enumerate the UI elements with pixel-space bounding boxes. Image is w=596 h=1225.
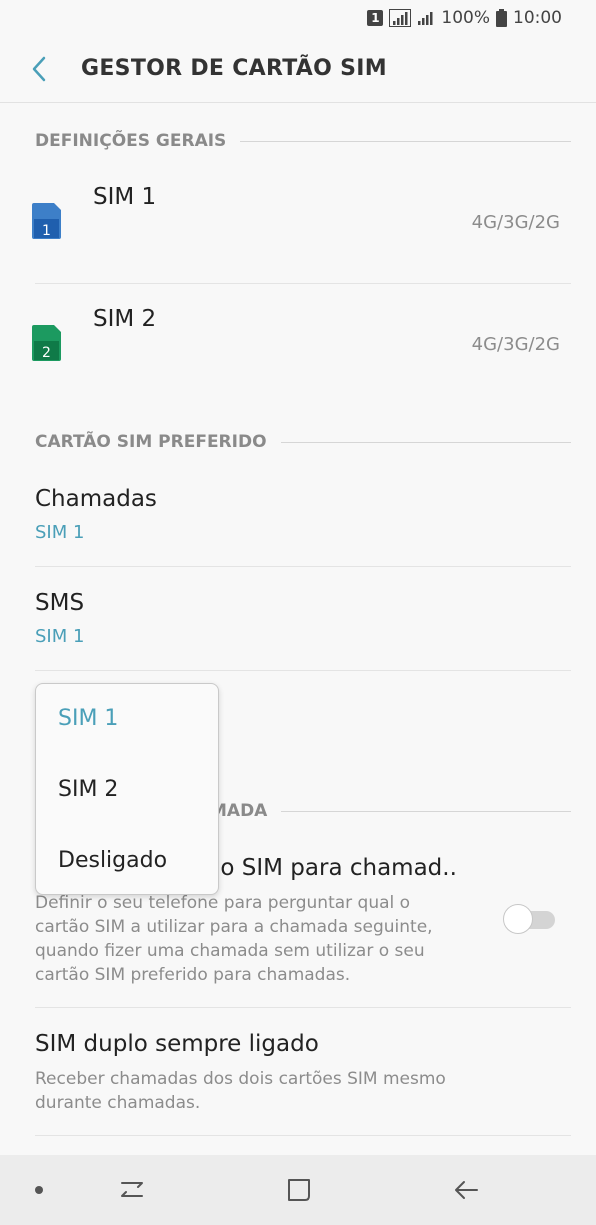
battery-percentage: 100% xyxy=(441,8,490,28)
preferred-sms-title: SMS xyxy=(35,590,85,616)
recent-apps-button[interactable] xyxy=(117,1175,147,1205)
sim-name: SIM 2 xyxy=(93,306,157,332)
preferred-sms-value: SIM 1 xyxy=(35,626,85,647)
back-nav-button[interactable] xyxy=(451,1175,481,1205)
dual-sim-title: SIM duplo sempre ligado xyxy=(35,1031,319,1057)
row-divider xyxy=(35,1007,571,1008)
dropdown-option-sim2[interactable]: SIM 2 xyxy=(58,777,118,802)
clock: 10:00 xyxy=(513,8,562,28)
page-title: GESTOR DE CARTÃO SIM xyxy=(81,56,387,81)
recent-apps-icon xyxy=(121,1182,143,1197)
toggle-knob xyxy=(503,904,533,934)
section-header-preferred: CARTÃO SIM PREFERIDO xyxy=(35,431,571,453)
home-icon xyxy=(288,1179,310,1201)
signal-strength-2-icon xyxy=(417,10,435,26)
preferred-calls-title: Chamadas xyxy=(35,486,157,512)
battery-icon xyxy=(496,9,507,27)
nav-dot-button[interactable] xyxy=(24,1175,54,1205)
section-header-label: DEFINIÇÕES GERAIS xyxy=(35,131,227,151)
home-button[interactable] xyxy=(284,1175,314,1205)
section-divider xyxy=(240,140,571,142)
dot-icon xyxy=(35,1186,43,1194)
status-bar: 1 100% 10:00 xyxy=(0,0,596,36)
section-header-calls: MADA xyxy=(210,800,571,822)
dual-sim-description: Receber chamadas dos dois cartões SIM me… xyxy=(35,1069,446,1113)
sim-card-icon: 2 xyxy=(32,325,61,361)
row-divider xyxy=(35,566,571,567)
arrow-left-icon xyxy=(455,1181,478,1199)
section-divider xyxy=(281,810,571,812)
dropdown-option-off[interactable]: Desligado xyxy=(58,848,167,873)
sim-row-2[interactable]: 2 SIM 2 4G/3G/2G xyxy=(0,284,596,404)
sim-card-icon: 1 xyxy=(32,203,61,239)
sim-select-dropdown: SIM 1 SIM 2 Desligado xyxy=(35,683,219,895)
sim-row-1[interactable]: 1 SIM 1 4G/3G/2G xyxy=(0,162,596,282)
row-divider xyxy=(35,1135,571,1136)
svg-text:2: 2 xyxy=(42,345,51,361)
sim-badge: 1 xyxy=(367,10,384,26)
preferred-calls-value: SIM 1 xyxy=(35,522,85,543)
ask-sim-title: io SIM para chamad.. xyxy=(214,855,457,881)
chevron-left-icon xyxy=(32,56,46,82)
back-button[interactable] xyxy=(24,54,54,84)
section-header-label: CARTÃO SIM PREFERIDO xyxy=(35,432,267,452)
sim-network-type: 4G/3G/2G xyxy=(471,334,560,355)
ask-sim-description: Definir o seu telefone para perguntar qu… xyxy=(35,893,433,985)
navigation-bar xyxy=(0,1155,596,1225)
svg-text:1: 1 xyxy=(42,223,51,239)
sim-indicator-icon: 1 xyxy=(367,10,384,26)
signal-strength-icon xyxy=(389,9,412,27)
section-divider xyxy=(280,441,571,443)
app-bar-divider xyxy=(0,102,596,103)
dropdown-option-sim1[interactable]: SIM 1 xyxy=(58,706,118,731)
app-bar: GESTOR DE CARTÃO SIM xyxy=(0,36,596,102)
sim-name: SIM 1 xyxy=(93,184,157,210)
section-header-general: DEFINIÇÕES GERAIS xyxy=(35,130,571,152)
row-divider xyxy=(35,670,571,671)
sim-network-type: 4G/3G/2G xyxy=(471,212,560,233)
ask-sim-toggle[interactable] xyxy=(503,904,557,934)
